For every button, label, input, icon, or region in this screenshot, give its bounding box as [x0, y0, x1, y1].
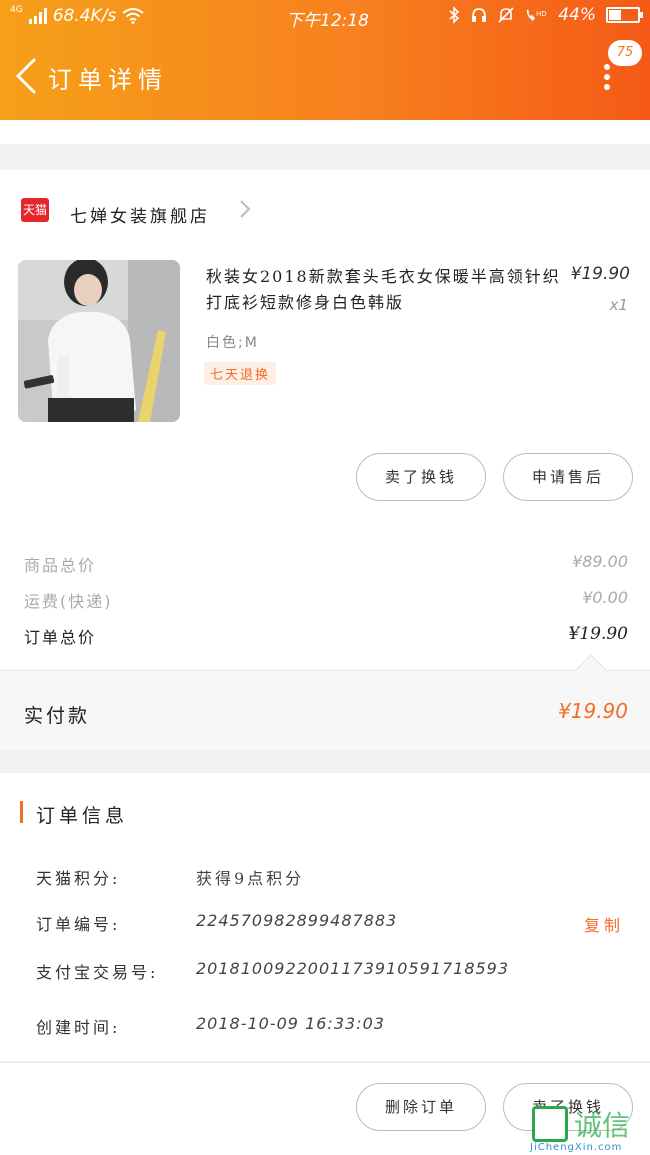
product-quantity: x1 — [609, 296, 628, 314]
shipping-label: 运费(快递) — [24, 592, 113, 611]
alipay-value[interactable]: 2018100922001173910591718593 — [196, 959, 509, 978]
paid-amount-box: 实付款 ¥19.90 — [0, 670, 650, 750]
order-total-row: 订单总价 ¥19.90 — [24, 624, 628, 648]
more-menu-icon[interactable] — [602, 64, 612, 94]
status-bar: 4G 68.4K/s 下午12:18 HD 44% — [0, 0, 650, 34]
alipay-row: 支付宝交易号: 2018100922001173910591718593 — [36, 959, 636, 983]
back-arrow-icon — [15, 58, 36, 94]
shipping-row: 运费(快递) ¥0.00 — [24, 588, 628, 612]
points-value: 获得9点积分 — [196, 869, 305, 888]
battery-icon — [606, 7, 643, 23]
app-header: 4G 68.4K/s 下午12:18 HD 44% 订单详情 75 — [0, 0, 650, 120]
copy-order-number-button[interactable]: 复制 — [584, 912, 624, 936]
svg-text:HD: HD — [536, 10, 547, 18]
order-info-section: 订单信息 天猫积分: 获得9点积分 订单编号: 2245709828994878… — [0, 773, 650, 1061]
watermark-text: 诚信 — [574, 1109, 631, 1142]
goods-total-label: 商品总价 — [24, 556, 97, 575]
hd-call-icon: HD — [527, 9, 547, 21]
alipay-label: 支付宝交易号: — [36, 963, 159, 982]
created-time-label: 创建时间: — [36, 1018, 121, 1037]
watermark-logo-icon — [532, 1106, 568, 1142]
points-row: 天猫积分: 获得9点积分 — [36, 865, 636, 889]
created-time-row: 创建时间: 2018-10-09 16:33:03 — [36, 1014, 636, 1038]
status-time: 下午12:18 — [286, 11, 369, 31]
goods-total-row: 商品总价 ¥89.00 — [24, 552, 628, 576]
watermark-site: JiChengXin.com — [530, 1142, 623, 1153]
chevron-right-icon[interactable] — [238, 198, 252, 220]
order-info-title: 订单信息 — [36, 805, 129, 827]
back-button[interactable] — [12, 56, 38, 96]
product-sku: 白色;M — [206, 335, 259, 351]
price-summary: 商品总价 ¥89.00 运费(快递) ¥0.00 订单总价 ¥19.90 — [0, 530, 650, 670]
order-number-row: 订单编号: 224570982899487883 — [36, 911, 636, 935]
headset-icon — [472, 8, 487, 22]
battery-level — [609, 10, 621, 20]
mute-icon — [498, 7, 514, 23]
apply-after-sales-button[interactable]: 申请售后 — [503, 453, 633, 501]
shipping-value: ¥0.00 — [582, 588, 628, 607]
site-watermark: 诚信 JiChengXin.com — [530, 1104, 648, 1153]
sell-for-cash-button[interactable]: 卖了换钱 — [356, 453, 486, 501]
product-card: 秋装女2018新款套头毛衣女保暖半高领针织打底衫短款修身白色韩版 白色;M 七天… — [0, 250, 650, 530]
return-tag: 七天退换 — [204, 362, 277, 385]
points-label: 天猫积分: — [36, 869, 121, 888]
product-image[interactable] — [18, 260, 180, 422]
order-number-label: 订单编号: — [36, 915, 121, 934]
shop-name[interactable]: 七婵女装旗舰店 — [70, 202, 210, 227]
delete-order-button[interactable]: 删除订单 — [356, 1083, 486, 1131]
product-name[interactable]: 秋装女2018新款套头毛衣女保暖半高领针织打底衫短款修身白色韩版 — [206, 264, 566, 316]
battery-percent: 44% — [558, 5, 596, 25]
bluetooth-icon — [449, 6, 460, 24]
section-accent-bar — [20, 801, 23, 823]
network-type: 4G — [10, 5, 23, 15]
tmall-logo-icon: 天猫 — [21, 198, 49, 222]
signal-icon — [28, 8, 47, 24]
paid-value: ¥19.90 — [558, 699, 628, 723]
created-time-value: 2018-10-09 16:33:03 — [196, 1014, 385, 1033]
order-total-value: ¥19.90 — [568, 624, 628, 644]
wifi-icon — [122, 8, 144, 24]
network-speed: 68.4K/s — [52, 6, 117, 26]
shop-row[interactable]: 天猫 七婵女装旗舰店 — [0, 170, 650, 250]
order-number-value[interactable]: 224570982899487883 — [196, 911, 397, 930]
top-spacer — [0, 120, 650, 144]
order-total-label: 订单总价 — [24, 628, 97, 647]
message-badge[interactable]: 75 — [608, 40, 642, 66]
product-price: ¥19.90 — [570, 264, 630, 284]
goods-total-value: ¥89.00 — [572, 552, 628, 571]
paid-label: 实付款 — [24, 705, 91, 727]
page-title: 订单详情 — [48, 66, 168, 94]
